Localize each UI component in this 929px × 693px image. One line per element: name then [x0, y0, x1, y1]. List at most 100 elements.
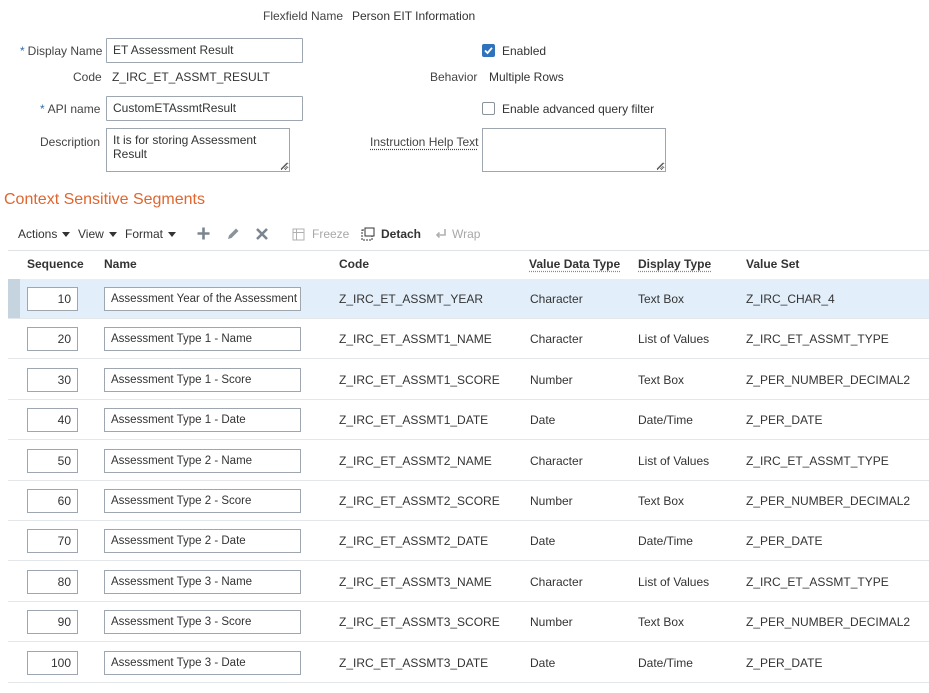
api-name-input[interactable]: CustomETAssmtResult: [106, 96, 303, 121]
segment-name-input[interactable]: Assessment Type 3 - Score: [104, 610, 301, 635]
row-selector[interactable]: [8, 440, 20, 480]
table-row[interactable]: 70 Assessment Type 2 - Date Z_IRC_ET_ASSMT…: [8, 521, 929, 562]
chevron-down-icon: [168, 231, 177, 237]
freeze-button[interactable]: Freeze: [292, 227, 349, 241]
value-data-type: Character: [530, 332, 583, 347]
table-row[interactable]: 20 Assessment Type 1 - Name Z_IRC_ET_ASSMT…: [8, 319, 929, 360]
row-selector[interactable]: [8, 400, 20, 440]
enabled-checkbox[interactable]: [482, 44, 495, 57]
row-selector[interactable]: [8, 561, 20, 601]
resize-grip-icon[interactable]: [280, 162, 288, 170]
value-set: Z_PER_NUMBER_DECIMAL2: [746, 494, 911, 508]
sequence-input[interactable]: 10: [27, 287, 78, 311]
value-set: Z_IRC_ET_ASSMT_TYPE: [746, 453, 889, 468]
chevron-down-icon: [108, 231, 117, 237]
description-text: It is for storing Assessment Result: [113, 133, 257, 161]
check-icon: [484, 47, 493, 55]
value-data-type: Number: [530, 372, 573, 387]
table-row[interactable]: 60 Assessment Type 2 - Score Z_IRC_ET_ASSM…: [8, 481, 929, 521]
detach-label: Detach: [381, 227, 422, 241]
row-selector[interactable]: [8, 602, 20, 642]
table-row[interactable]: 40 Assessment Type 1 - Date Z_IRC_ET_ASSMT…: [8, 400, 929, 441]
row-selector[interactable]: [8, 642, 20, 682]
column-header-value-set[interactable]: Value Set: [746, 257, 799, 271]
freeze-label: Freeze: [312, 227, 350, 241]
table-row[interactable]: 90 Assessment Type 3 - Score Z_IRC_ET_ASSM…: [8, 602, 929, 643]
segment-code: Z_IRC_ET_ASSMT_YEAR: [339, 292, 484, 306]
wrap-button[interactable]: Wrap: [434, 227, 480, 241]
add-icon[interactable]: [196, 226, 211, 241]
advanced-query-label: Enable advanced query filter: [502, 102, 655, 116]
table-row[interactable]: 100 Assessment Type 3 - Date Z_IRC_ET_ASSM…: [8, 642, 929, 683]
flexfield-name-label: Flexfield Name: [263, 9, 344, 23]
sequence-input[interactable]: 90: [27, 610, 78, 635]
column-header-name[interactable]: Name: [104, 257, 137, 271]
row-selector[interactable]: [8, 279, 20, 318]
row-selector[interactable]: [8, 521, 20, 561]
sequence-input[interactable]: 100: [27, 650, 78, 675]
resize-grip-icon[interactable]: [656, 162, 664, 170]
segment-code: Z_IRC_ET_ASSMT3_NAME: [339, 574, 492, 589]
value-set: Z_IRC_ET_ASSMT_TYPE: [746, 574, 889, 589]
sequence-input[interactable]: 50: [27, 448, 78, 473]
segment-name-input[interactable]: Assessment Type 2 - Date: [104, 529, 301, 554]
detach-button[interactable]: Detach: [361, 227, 421, 241]
display-name-input[interactable]: ET Assessment Result: [106, 38, 303, 63]
value-data-type: Number: [530, 494, 573, 508]
display-type: List of Values: [638, 332, 710, 347]
display-type: Text Box: [638, 292, 685, 306]
value-set: Z_PER_NUMBER_DECIMAL2: [746, 615, 911, 630]
segment-name-input[interactable]: Assessment Type 2 - Name: [104, 448, 301, 473]
segment-name-input[interactable]: Assessment Type 1 - Date: [104, 408, 301, 433]
enabled-label: Enabled: [502, 44, 547, 58]
view-menu[interactable]: View: [78, 227, 117, 241]
section-title: Context Sensitive Segments: [4, 191, 205, 208]
value-set: Z_PER_NUMBER_DECIMAL2: [746, 372, 911, 387]
display-type: Text Box: [638, 372, 685, 387]
instruction-help-textarea[interactable]: [482, 128, 666, 172]
value-set: Z_PER_DATE: [746, 655, 823, 670]
row-selector[interactable]: [8, 359, 20, 399]
segment-name-input[interactable]: Assessment Year of the Assessment: [104, 287, 301, 311]
actions-menu[interactable]: Actions: [18, 227, 71, 241]
row-selector[interactable]: [8, 319, 20, 359]
segment-name-input[interactable]: Assessment Type 3 - Name: [104, 569, 301, 594]
sequence-input[interactable]: 30: [27, 367, 78, 392]
advanced-query-checkbox[interactable]: [482, 102, 495, 115]
value-data-type: Date: [530, 413, 556, 428]
column-header-sequence[interactable]: Sequence: [27, 257, 84, 271]
table-header-divider: [8, 250, 929, 251]
value-set: Z_PER_DATE: [746, 413, 823, 428]
code-label: Code: [73, 70, 102, 84]
sequence-input[interactable]: 80: [27, 569, 78, 594]
delete-x-icon[interactable]: [255, 227, 269, 241]
sequence-input[interactable]: 60: [27, 489, 78, 513]
column-header-value-data-type[interactable]: Value Data Type: [529, 257, 620, 271]
format-menu[interactable]: Format: [125, 227, 177, 241]
edit-pencil-icon[interactable]: [225, 226, 241, 242]
row-selector[interactable]: [8, 481, 20, 520]
instruction-help-label: Instruction Help Text: [370, 135, 479, 149]
segment-name-input[interactable]: Assessment Type 2 - Score: [104, 489, 301, 513]
segment-name-input[interactable]: Assessment Type 1 - Name: [104, 327, 301, 352]
detach-icon: [361, 227, 375, 241]
table-row[interactable]: 50 Assessment Type 2 - Name Z_IRC_ET_ASSMT…: [8, 440, 929, 481]
table-row[interactable]: 80 Assessment Type 3 - Name Z_IRC_ET_ASSMT…: [8, 561, 929, 602]
table-row[interactable]: 10 Assessment Year of the Assessment Z_IRC…: [8, 279, 929, 319]
sequence-input[interactable]: 20: [27, 327, 78, 352]
required-mark-api: *: [40, 102, 45, 116]
display-type: Text Box: [638, 494, 685, 508]
segment-name-input[interactable]: Assessment Type 1 - Score: [104, 367, 301, 392]
column-header-code[interactable]: Code: [339, 257, 369, 271]
value-data-type: Character: [530, 453, 583, 468]
value-set: Z_PER_DATE: [746, 534, 823, 549]
segment-name-input[interactable]: Assessment Type 3 - Date: [104, 650, 301, 675]
value-data-type: Date: [530, 534, 556, 549]
description-textarea[interactable]: It is for storing Assessment Result: [106, 128, 290, 172]
column-header-display-type[interactable]: Display Type: [638, 257, 711, 271]
table-row[interactable]: 30 Assessment Type 1 - Score Z_IRC_ET_ASSM…: [8, 359, 929, 400]
sequence-input[interactable]: 40: [27, 408, 78, 433]
segment-code: Z_IRC_ET_ASSMT3_SCORE: [339, 615, 500, 630]
segment-code: Z_IRC_ET_ASSMT2_NAME: [339, 453, 492, 468]
sequence-input[interactable]: 70: [27, 529, 78, 554]
